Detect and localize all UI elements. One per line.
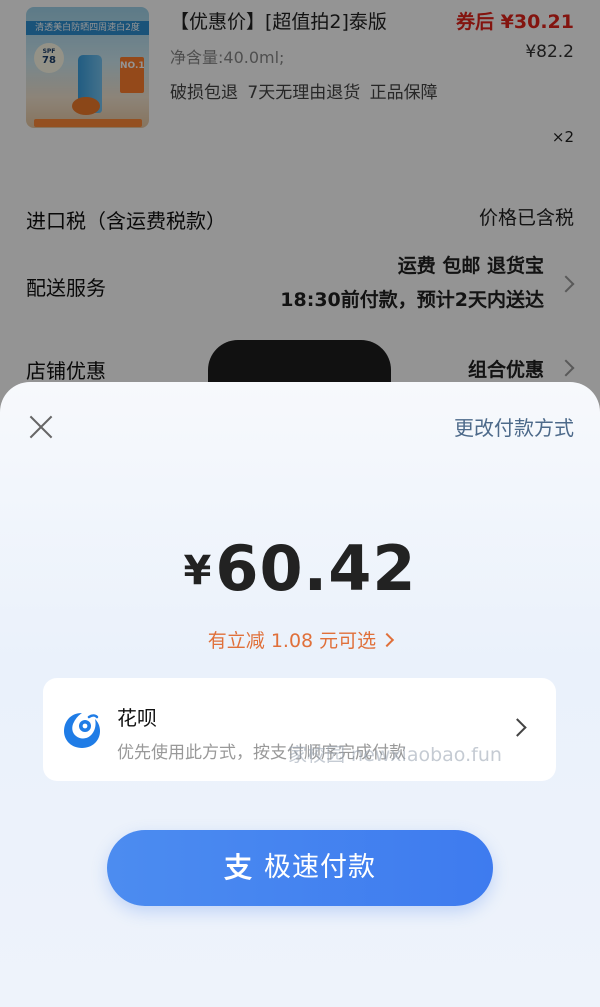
method-name: 花呗	[117, 706, 157, 730]
alipay-icon: 支	[223, 851, 252, 884]
fast-pay-button[interactable]: 支极速付款	[107, 830, 493, 906]
currency-symbol: ¥	[183, 548, 212, 594]
instant-discount-link[interactable]: 有立减 1.08 元可选	[0, 626, 600, 653]
fast-pay-label: 极速付款	[264, 852, 376, 883]
chevron-right-icon	[508, 718, 527, 737]
close-icon[interactable]	[28, 414, 54, 440]
payment-amount: ¥60.42	[0, 532, 600, 605]
watermark-text: 家校园 newxiaobao.fun	[288, 744, 502, 766]
payment-sheet: 更改付款方式 ¥60.42 有立减 1.08 元可选 花呗 优先使用此方式，按支…	[0, 382, 600, 1007]
instant-discount-text: 有立减 1.08 元可选	[207, 630, 377, 652]
amount-value: 60.42	[215, 532, 417, 605]
huabei-icon	[64, 713, 100, 748]
payment-method-card[interactable]: 花呗 优先使用此方式，按支付顺序完成付款 家校园 newxiaobao.fun	[43, 678, 556, 781]
checkout-page: 清透美白防晒四周速白2度 SPF 78 NO.1 【优惠价】[超值拍2]泰版 券…	[0, 0, 600, 1007]
chevron-right-icon	[380, 632, 395, 648]
change-payment-method-link[interactable]: 更改付款方式	[454, 412, 574, 441]
